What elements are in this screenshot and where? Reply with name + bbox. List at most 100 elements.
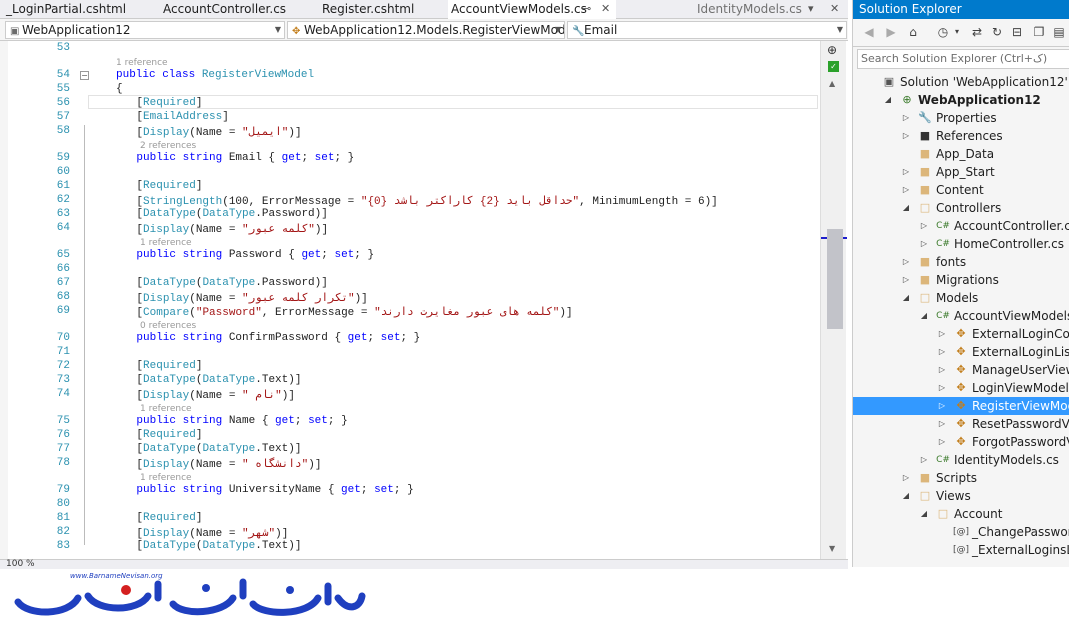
close-all-icon[interactable]: ✕	[830, 0, 839, 19]
tree-item-externalloginslistpa[interactable]: [@]_ExternalLoginsListPa	[853, 541, 1069, 559]
collapsed-arrow-icon[interactable]: ▷	[901, 181, 911, 199]
expanded-arrow-icon[interactable]: ◢	[901, 289, 911, 307]
scroll-up-icon[interactable]: ▲	[829, 79, 835, 88]
tree-item-manageuserviewmo[interactable]: ▷ ✥ ManageUserViewMo	[853, 361, 1069, 379]
class-combo[interactable]: ✥ WebApplication12.Models.RegisterViewMod…	[287, 21, 565, 39]
sync-icon[interactable]: ⇄	[969, 24, 985, 40]
code-editor[interactable]: − 53 1 reference 54 public class RegisterVi…	[0, 41, 848, 559]
expanded-arrow-icon[interactable]: ◢	[901, 487, 911, 505]
collapsed-arrow-icon[interactable]: ▷	[901, 469, 911, 487]
csharp-file-icon: C#	[936, 311, 950, 321]
vertical-scrollbar[interactable]: ⊕ ✓ ▲ ▼	[820, 41, 847, 559]
home-icon[interactable]: ⌂	[905, 24, 921, 40]
tree-item-fonts[interactable]: ▷ ■ fonts	[853, 253, 1069, 271]
codelens-reference[interactable]: 2 references	[140, 141, 196, 151]
collapsed-arrow-icon[interactable]: ▷	[937, 361, 947, 379]
code-token: "کلمه های عبور مغایرت دارند"	[374, 307, 560, 319]
property-icon: 🔧	[572, 26, 585, 37]
line-number: 61	[56, 180, 70, 192]
class-combo-label: WebApplication12.Models.RegisterViewMode…	[304, 23, 565, 37]
collapsed-arrow-icon[interactable]: ▷	[937, 325, 947, 343]
folder-icon: ■	[919, 273, 931, 286]
collapsed-arrow-icon[interactable]: ▷	[901, 271, 911, 289]
tree-item-views[interactable]: ◢ □ Views	[853, 487, 1069, 505]
tree-item-resetpasswordviewm[interactable]: ▷ ✥ ResetPasswordViewM	[853, 415, 1069, 433]
tree-item-externalloginconfirm[interactable]: ▷ ✥ ExternalLoginConfirm	[853, 325, 1069, 343]
tab-identity-models[interactable]: IdentityModels.cs	[697, 0, 807, 19]
tree-item-homecontroller-cs[interactable]: ▷ C# HomeController.cs	[853, 235, 1069, 253]
expanded-arrow-icon[interactable]: ◢	[883, 91, 893, 109]
line-number: 69	[56, 305, 70, 317]
codelens-reference[interactable]: 1 reference	[140, 238, 192, 248]
collapsed-arrow-icon[interactable]: ▷	[919, 217, 929, 235]
split-window-icon[interactable]: ⊕	[827, 43, 837, 57]
tab-overflow-dropdown-icon[interactable]: ▾	[808, 0, 814, 19]
expanded-arrow-icon[interactable]: ◢	[919, 505, 929, 523]
close-tab-icon[interactable]: ✕	[601, 0, 610, 19]
collapsed-arrow-icon[interactable]: ▷	[901, 109, 911, 127]
expanded-arrow-icon[interactable]: ◢	[901, 199, 911, 217]
tree-item-scripts[interactable]: ▷ ■ Scripts	[853, 469, 1069, 487]
tab-register[interactable]: Register.cshtml	[322, 0, 442, 19]
tree-item-forgotpasswordview[interactable]: ▷ ✥ ForgotPasswordView	[853, 433, 1069, 451]
codelens-reference[interactable]: 0 references	[140, 321, 196, 331]
expanded-arrow-icon[interactable]: ◢	[919, 307, 929, 325]
tree-item-migrations[interactable]: ▷ ■ Migrations	[853, 271, 1069, 289]
solution-search-input[interactable]: Search Solution Explorer (Ctrl+ک)	[857, 49, 1069, 69]
code-token: set	[314, 152, 335, 164]
tree-item-identitymodels-cs[interactable]: ▷ C# IdentityModels.cs	[853, 451, 1069, 469]
collapsed-arrow-icon[interactable]: ▷	[937, 415, 947, 433]
codelens-reference[interactable]: 1 reference	[140, 473, 192, 483]
codelens-reference[interactable]: 1 reference	[116, 58, 168, 68]
tree-item-changepasswordpa[interactable]: [@]_ChangePasswordPa	[853, 523, 1069, 541]
tree-item-app-data[interactable]: ■ App_Data	[853, 145, 1069, 163]
code-token: " دانشگاه"	[242, 459, 309, 471]
tree-item-solution-webapplication12-1-pro[interactable]: ▣ Solution 'WebApplication12' (1 pro	[853, 73, 1069, 91]
editor-margin	[0, 41, 8, 559]
collapsed-arrow-icon[interactable]: ▷	[919, 235, 929, 253]
tab-account-controller[interactable]: AccountController.cs	[163, 0, 313, 19]
tree-item-references[interactable]: ▷ ■ References	[853, 127, 1069, 145]
tree-item-content[interactable]: ▷ ■ Content	[853, 181, 1069, 199]
back-icon[interactable]: ◀	[861, 24, 877, 40]
history-dropdown-icon[interactable]: ▾	[949, 24, 965, 40]
tree-item-properties[interactable]: ▷ 🔧 Properties	[853, 109, 1069, 127]
collapse-toggle-icon[interactable]: −	[80, 71, 89, 80]
code-line: [StringLength(100, ErrorMessage = "{0} ح…	[110, 194, 717, 208]
tree-item-loginviewmodel[interactable]: ▷ ✥ LoginViewModel	[853, 379, 1069, 397]
scroll-thumb[interactable]	[827, 229, 843, 329]
tree-item-controllers[interactable]: ◢ □ Controllers	[853, 199, 1069, 217]
collapsed-arrow-icon[interactable]: ▷	[901, 253, 911, 271]
line-number: 54	[56, 69, 70, 81]
forward-icon[interactable]: ▶	[883, 24, 899, 40]
pin-tab-icon[interactable]: ⊸	[582, 0, 591, 19]
tree-item-externalloginlistview[interactable]: ▷ ✥ ExternalLoginListView	[853, 343, 1069, 361]
code-token: " نام"	[242, 390, 282, 402]
collapsed-arrow-icon[interactable]: ▷	[901, 127, 911, 145]
code-token: [	[110, 360, 144, 372]
project-combo[interactable]: ▣ WebApplication12 ▼	[5, 21, 285, 39]
tree-item-registerviewmodel[interactable]: ▷ ✥ RegisterViewModel	[853, 397, 1069, 415]
collapse-all-icon[interactable]: ⊟	[1009, 24, 1025, 40]
collapsed-arrow-icon[interactable]: ▷	[937, 433, 947, 451]
collapsed-arrow-icon[interactable]: ▷	[919, 451, 929, 469]
tree-item-account[interactable]: ◢ □ Account	[853, 505, 1069, 523]
properties-icon[interactable]: ▤	[1051, 24, 1067, 40]
code-token: ; }	[354, 249, 375, 261]
collapsed-arrow-icon[interactable]: ▷	[937, 397, 947, 415]
tree-item-models[interactable]: ◢ □ Models	[853, 289, 1069, 307]
tree-item-accountcontroller-cs[interactable]: ▷ C# AccountController.cs	[853, 217, 1069, 235]
tab-login-partial[interactable]: _LoginPartial.cshtml	[6, 0, 154, 19]
show-all-files-icon[interactable]: ❐	[1031, 24, 1047, 40]
collapsed-arrow-icon[interactable]: ▷	[937, 343, 947, 361]
collapsed-arrow-icon[interactable]: ▷	[901, 163, 911, 181]
tree-item-webapplication12[interactable]: ◢ ⊕ WebApplication12	[853, 91, 1069, 109]
member-combo[interactable]: 🔧Email ▼	[567, 21, 847, 39]
code-line: [Display(Name = " نام")]	[110, 388, 295, 402]
tree-item-app-start[interactable]: ▷ ■ App_Start	[853, 163, 1069, 181]
tree-item-accountviewmodels-cs[interactable]: ◢ C# AccountViewModels.cs	[853, 307, 1069, 325]
collapsed-arrow-icon[interactable]: ▷	[937, 379, 947, 397]
refresh-icon[interactable]: ↻	[989, 24, 1005, 40]
scroll-down-icon[interactable]: ▼	[829, 544, 835, 553]
codelens-reference[interactable]: 1 reference	[140, 404, 192, 414]
